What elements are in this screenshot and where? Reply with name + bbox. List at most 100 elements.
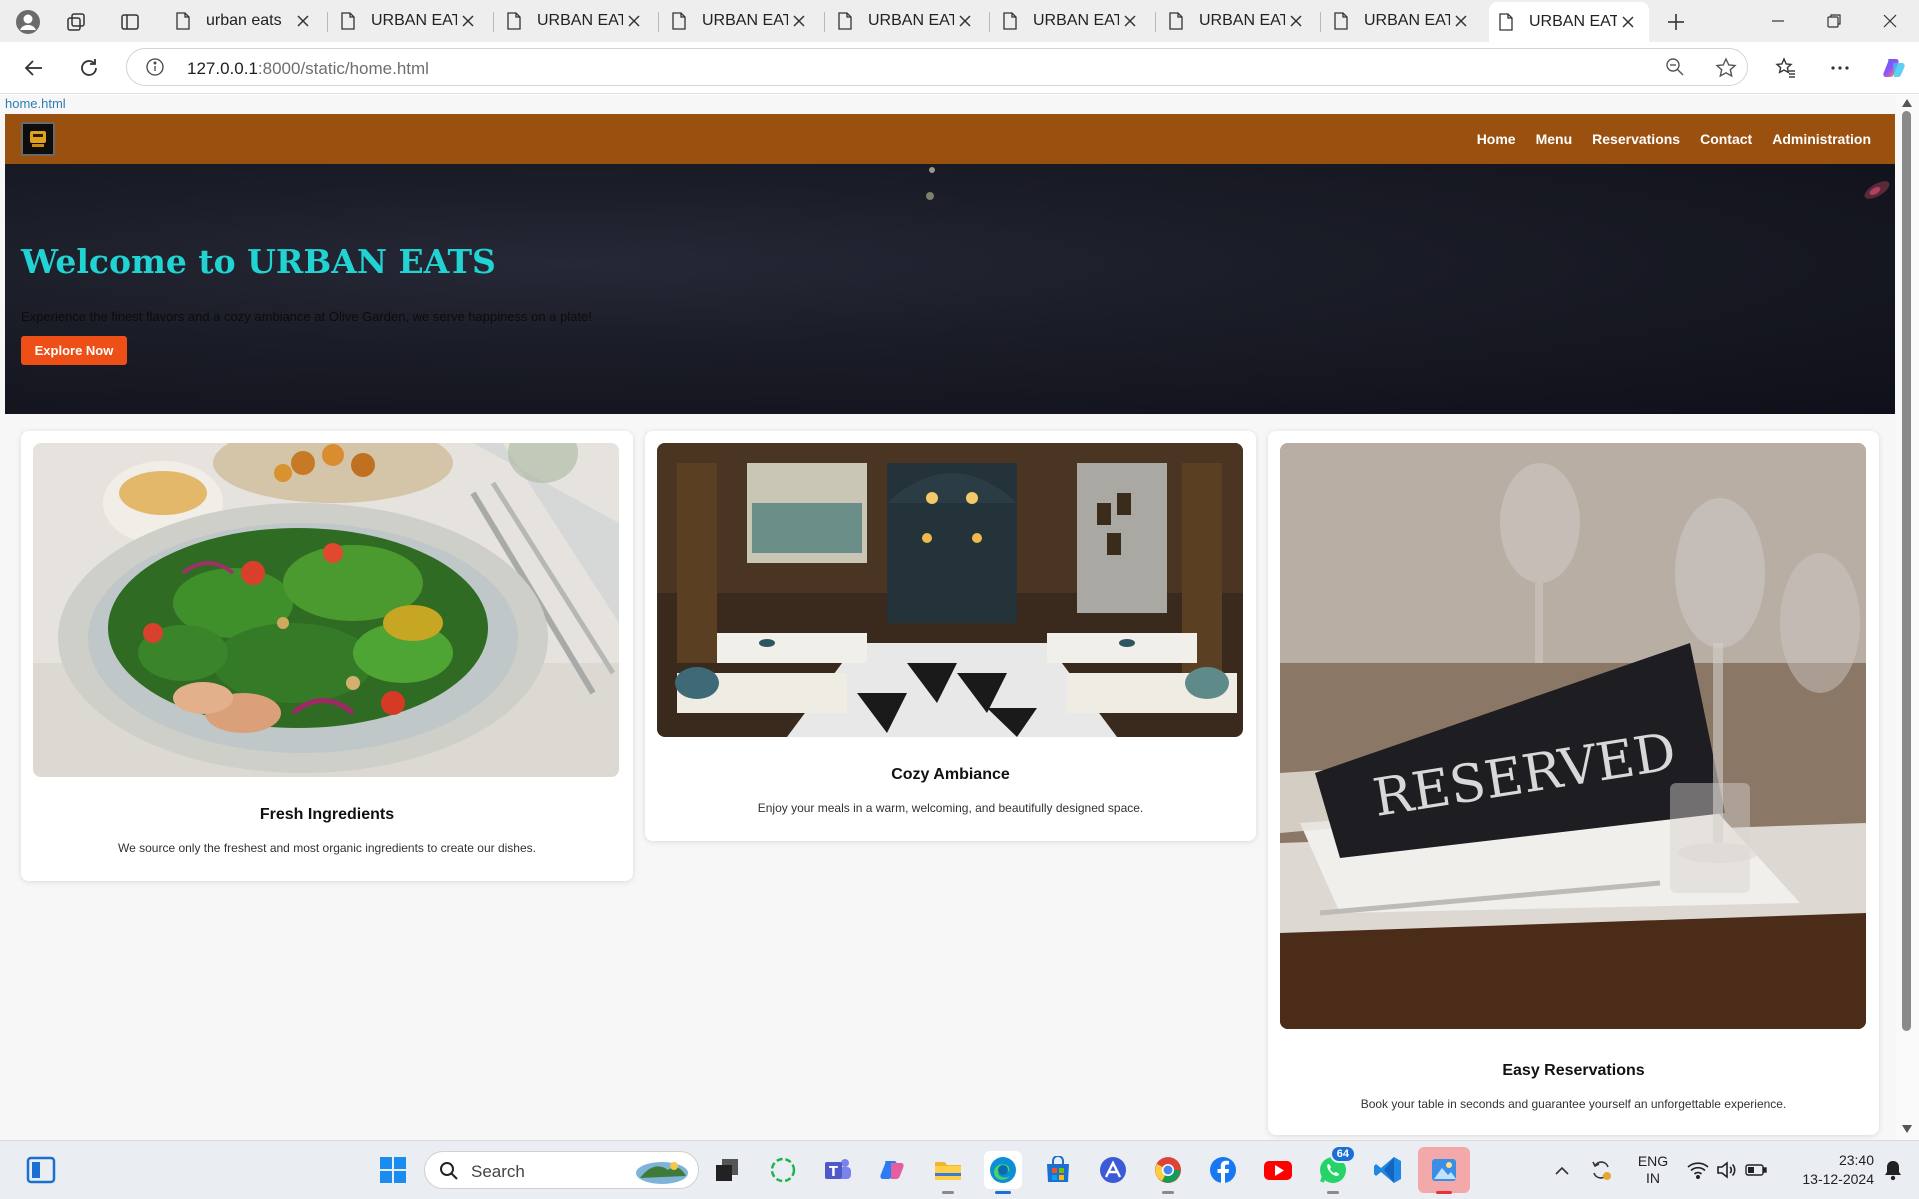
show-hidden-icons-icon[interactable] [1546, 1151, 1578, 1189]
battery-icon[interactable] [1741, 1151, 1771, 1189]
tab-title: URBAN EATS [868, 12, 954, 29]
workspaces-icon[interactable] [62, 8, 90, 36]
restore-icon[interactable] [1806, 0, 1862, 42]
favorite-star-icon[interactable] [1715, 57, 1737, 79]
microsoft-store-icon[interactable] [1039, 1151, 1077, 1189]
taskbar-search[interactable]: Search [424, 1151, 699, 1189]
notification-badge: 64 [1329, 1145, 1356, 1163]
nav-link-home[interactable]: Home [1477, 131, 1516, 147]
site-info-icon[interactable] [145, 57, 165, 77]
volume-icon[interactable] [1712, 1151, 1742, 1189]
address-bar[interactable]: 127.0.0.1:8000/static/home.html [126, 48, 1748, 86]
copilot-taskbar-icon[interactable] [764, 1151, 802, 1189]
widgets-icon[interactable] [22, 1151, 60, 1189]
feature-card-fresh-ingredients: Fresh Ingredients We source only the fre… [21, 431, 633, 881]
back-icon[interactable] [18, 52, 50, 84]
active-indicator [995, 1191, 1011, 1194]
tab-actions-icon[interactable] [116, 8, 144, 36]
close-tab-icon[interactable] [623, 10, 645, 32]
hero-background-image [926, 167, 1890, 200]
page-scrollbar[interactable] [1895, 95, 1919, 1140]
page-document-icon [176, 12, 192, 30]
feature-text: We source only the freshest and most org… [117, 841, 536, 855]
start-icon[interactable] [374, 1151, 412, 1189]
salad-image [33, 443, 619, 777]
close-tab-icon[interactable] [457, 10, 479, 32]
sync-icon[interactable] [1584, 1151, 1618, 1189]
close-tab-icon[interactable] [1119, 10, 1141, 32]
copilot-app-icon[interactable] [874, 1151, 912, 1189]
tab-separator [824, 12, 825, 32]
zoom-icon[interactable] [1665, 57, 1685, 77]
task-view-icon[interactable] [708, 1151, 746, 1189]
site-logo[interactable] [21, 122, 55, 156]
tab-separator [327, 12, 328, 32]
scroll-up-icon[interactable] [1900, 97, 1914, 109]
close-window-icon[interactable] [1862, 0, 1918, 42]
feature-title: Cozy Ambiance [891, 766, 1010, 783]
feature-title: Fresh Ingredients [259, 806, 395, 823]
wifi-icon[interactable] [1683, 1151, 1713, 1189]
running-indicator [1162, 1191, 1174, 1194]
web-page-viewport: home.html Home Menu Reservations Contact Adm… [0, 95, 1919, 1140]
affinity-icon[interactable] [1094, 1151, 1132, 1189]
teams-icon[interactable]: T [819, 1151, 857, 1189]
browser-tab[interactable]: URBAN EATS [1324, 4, 1482, 38]
browser-tab[interactable]: URBAN EATS [497, 4, 655, 38]
reserved-sign-image: RESERVED [1280, 443, 1866, 1029]
close-tab-icon[interactable] [292, 10, 314, 32]
browser-tab[interactable]: URBAN EATS [331, 4, 489, 38]
edge-icon[interactable] [984, 1151, 1022, 1194]
scrollbar-thumb[interactable] [1902, 111, 1911, 1031]
close-tab-icon[interactable] [1285, 10, 1307, 32]
browser-tab[interactable]: URBAN EATS [1159, 4, 1317, 38]
close-tab-icon[interactable] [954, 10, 976, 32]
close-tab-icon[interactable] [788, 10, 810, 32]
profile-avatar-icon[interactable] [14, 8, 42, 36]
scroll-down-icon[interactable] [1900, 1123, 1914, 1135]
language-indicator[interactable]: ENG IN [1636, 1153, 1670, 1187]
page-document-icon [1499, 13, 1515, 31]
nav-link-administration[interactable]: Administration [1772, 131, 1871, 147]
browser-tab[interactable]: URBAN EATS [1489, 2, 1649, 42]
new-tab-icon[interactable] [1662, 8, 1690, 36]
photos-app-icon[interactable] [1418, 1147, 1470, 1194]
nav-link-contact[interactable]: Contact [1700, 131, 1752, 147]
nav-link-menu[interactable]: Menu [1536, 131, 1573, 147]
nav-link-reservations[interactable]: Reservations [1592, 131, 1680, 147]
facebook-icon[interactable] [1204, 1151, 1242, 1189]
tab-title: URBAN EATS [1529, 13, 1617, 30]
running-indicator [942, 1191, 954, 1194]
more-menu-icon[interactable] [1824, 52, 1856, 84]
close-tab-icon[interactable] [1450, 10, 1472, 32]
notifications-bell-icon[interactable] [1878, 1151, 1908, 1189]
browser-tab[interactable]: URBAN EATS [662, 4, 820, 38]
region-code: IN [1646, 1170, 1660, 1186]
minimize-icon[interactable] [1750, 0, 1806, 42]
feature-text: Book your table in seconds and guarantee… [1360, 1097, 1787, 1111]
tab-title: URBAN EATS [1364, 12, 1450, 29]
clock-time: 23:40 [1838, 1152, 1874, 1168]
close-tab-icon[interactable] [1617, 11, 1639, 33]
chrome-icon[interactable] [1149, 1151, 1187, 1194]
explore-now-button[interactable]: Explore Now [21, 336, 127, 365]
page-document-icon [672, 12, 688, 30]
vscode-icon[interactable] [1369, 1151, 1407, 1189]
browser-tab[interactable]: URBAN EATS [993, 4, 1151, 38]
feature-text: Enjoy your meals in a warm, welcoming, a… [757, 801, 1144, 815]
refresh-icon[interactable] [73, 52, 105, 84]
browser-tab[interactable]: urban eats [166, 4, 324, 38]
copilot-icon[interactable] [1878, 52, 1910, 84]
page-document-icon [507, 12, 523, 30]
page-document-icon [1169, 12, 1185, 30]
svg-text:T: T [829, 1165, 838, 1180]
browser-tab[interactable]: URBAN EATS [828, 4, 986, 38]
file-explorer-icon[interactable] [929, 1151, 967, 1194]
tab-separator [989, 12, 990, 32]
url-text[interactable]: 127.0.0.1:8000/static/home.html [187, 59, 429, 79]
clock[interactable]: 23:40 13-12-2024 [1784, 1151, 1874, 1189]
whatsapp-icon[interactable]: 64 [1314, 1145, 1356, 1194]
youtube-icon[interactable] [1259, 1151, 1297, 1189]
favorites-icon[interactable] [1770, 52, 1802, 84]
windows-taskbar: Search T 64 ENG IN 23:40 13-12-2024 [0, 1140, 1919, 1199]
